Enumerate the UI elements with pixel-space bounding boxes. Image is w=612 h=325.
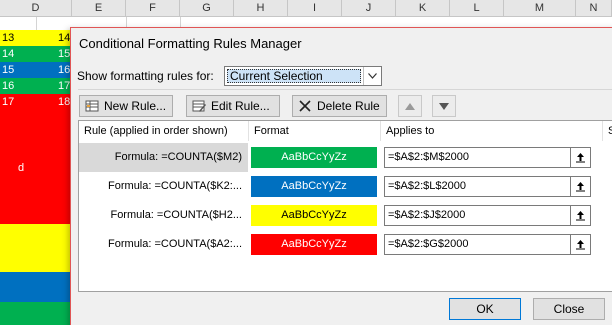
rule-row[interactable]: Formula: =COUNTA($H2... AaBbCcYyZz =$A$2… — [79, 201, 612, 230]
rules-toolbar: New Rule... Edit Rule... Delete Rule — [78, 89, 612, 120]
cell-value: 16 — [58, 64, 71, 76]
arrow-up-icon — [405, 102, 415, 110]
column-header-d[interactable]: D — [0, 0, 72, 17]
column-header-i[interactable]: I — [288, 0, 342, 17]
cell-value: 15 — [58, 48, 71, 60]
applies-to-value: =$A$2:$M$2000 — [388, 151, 470, 163]
rule-formula: Formula: =COUNTA($K2:... — [108, 180, 242, 192]
cell-value: 13 — [2, 32, 15, 44]
column-header-l[interactable]: L — [450, 0, 504, 17]
format-preview: AaBbCcYyZz — [251, 234, 377, 255]
cell-value: 14 — [58, 32, 71, 44]
format-preview: AaBbCcYyZz — [251, 205, 377, 226]
cell-value: 17 — [2, 96, 15, 108]
green-cell-block[interactable] — [0, 302, 72, 325]
red-cell-block[interactable] — [0, 110, 72, 224]
chevron-down-icon[interactable] — [363, 67, 381, 85]
cell-value: 17 — [58, 80, 71, 92]
new-rule-icon — [84, 98, 100, 114]
rule-formula: Formula: =COUNTA($A2:... — [108, 238, 242, 250]
range-picker-icon[interactable] — [570, 206, 590, 225]
applies-to-field[interactable]: =$A$2:$J$2000 — [384, 205, 591, 226]
dialog-title: Conditional Formatting Rules Manager — [79, 36, 302, 51]
column-header-h[interactable]: H — [234, 0, 288, 17]
cell-value: 18 — [58, 96, 71, 108]
delete-rule-label: Delete Rule — [317, 99, 380, 113]
column-header-e[interactable]: E — [72, 0, 126, 17]
column-header-j[interactable]: J — [342, 0, 396, 17]
column-header-rule[interactable]: Rule (applied in order shown) — [79, 121, 249, 141]
range-picker-icon[interactable] — [570, 235, 590, 254]
rule-formula: Formula: =COUNTA($H2... — [110, 209, 242, 221]
new-rule-button[interactable]: New Rule... — [79, 95, 173, 117]
rules-manager-dialog: Conditional Formatting Rules Manager Sho… — [70, 27, 612, 325]
close-button[interactable]: Close — [533, 298, 605, 320]
delete-x-icon — [297, 98, 313, 114]
edit-rule-icon — [191, 98, 207, 114]
arrow-down-icon — [439, 102, 449, 110]
edit-rule-button[interactable]: Edit Rule... — [186, 95, 280, 117]
column-header-n[interactable]: N — [576, 0, 612, 17]
column-header-stop-if-true[interactable]: S — [603, 121, 612, 141]
edit-rule-label: Edit Rule... — [211, 99, 270, 113]
column-header-f[interactable]: F — [126, 0, 180, 17]
cell-d-text: d — [18, 162, 25, 174]
format-preview: AaBbCcYyZz — [251, 176, 377, 197]
new-rule-label: New Rule... — [104, 99, 167, 113]
cell-value: 15 — [2, 64, 15, 76]
rule-formula: Formula: =COUNTA($M2) — [79, 143, 248, 172]
show-rules-value: Current Selection — [227, 69, 361, 83]
range-picker-icon[interactable] — [570, 148, 590, 167]
rule-row[interactable]: Formula: =COUNTA($A2:... AaBbCcYyZz =$A$… — [79, 230, 612, 259]
cell-value: 14 — [2, 48, 15, 60]
move-down-button[interactable] — [432, 95, 456, 117]
delete-rule-button[interactable]: Delete Rule — [292, 95, 387, 117]
rules-table: Rule (applied in order shown) Format App… — [78, 120, 612, 292]
rule-row[interactable]: Formula: =COUNTA($M2) AaBbCcYyZz =$A$2:$… — [79, 143, 612, 172]
format-preview: AaBbCcYyZz — [251, 147, 377, 168]
column-header-g[interactable]: G — [180, 0, 234, 17]
cell-value: 16 — [2, 80, 15, 92]
column-header-m[interactable]: M — [504, 0, 576, 17]
column-header-format[interactable]: Format — [249, 121, 381, 141]
rule-row[interactable]: Formula: =COUNTA($K2:... AaBbCcYyZz =$A$… — [79, 172, 612, 201]
show-rules-dropdown[interactable]: Current Selection — [224, 66, 382, 86]
move-up-button[interactable] — [398, 95, 422, 117]
applies-to-value: =$A$2:$L$2000 — [388, 180, 466, 192]
range-picker-icon[interactable] — [570, 177, 590, 196]
applies-to-value: =$A$2:$G$2000 — [388, 238, 469, 250]
column-header-k[interactable]: K — [396, 0, 450, 17]
yellow-cell-block[interactable] — [0, 224, 72, 272]
show-rules-label: Show formatting rules for: — [77, 69, 214, 83]
blue-cell-block[interactable] — [0, 272, 72, 302]
applies-to-field[interactable]: =$A$2:$M$2000 — [384, 147, 591, 168]
ok-button[interactable]: OK — [449, 298, 521, 320]
applies-to-field[interactable]: =$A$2:$G$2000 — [384, 234, 591, 255]
applies-to-field[interactable]: =$A$2:$L$2000 — [384, 176, 591, 197]
applies-to-value: =$A$2:$J$2000 — [388, 209, 466, 221]
column-header-applies-to[interactable]: Applies to — [381, 121, 603, 141]
column-header-bar: D E F G H I J K L M N — [0, 0, 612, 17]
